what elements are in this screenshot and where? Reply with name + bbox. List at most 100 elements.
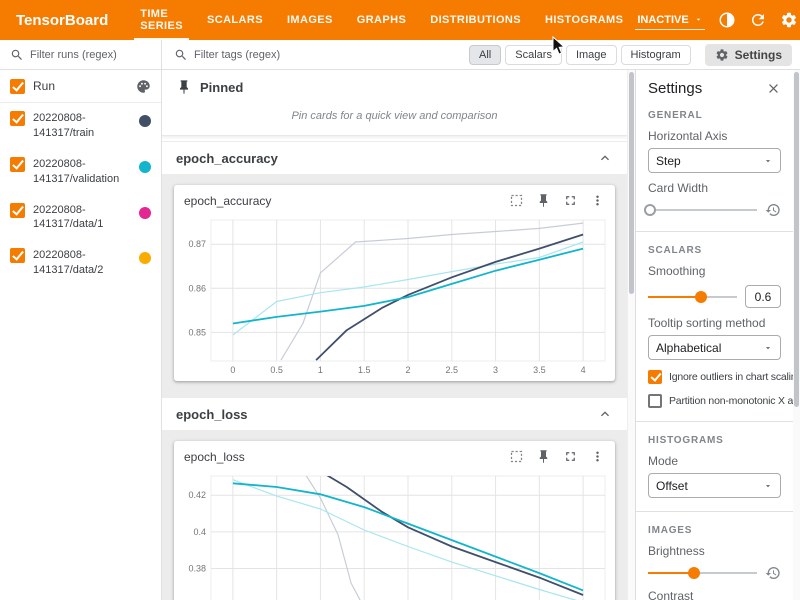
svg-text:2: 2 [405,365,410,375]
horizontal-axis-label: Horizontal Axis [648,129,781,143]
run-name: 20220808-141317/data/1 [33,203,131,233]
chevron-up-icon[interactable] [597,406,613,422]
chip-all[interactable]: All [469,45,501,65]
chevron-down-icon [694,15,703,24]
settings-panel-title: Settings [648,80,702,97]
settings-button[interactable]: Settings [705,44,792,66]
general-section-heading: GENERAL [648,110,781,121]
histogram-mode-select[interactable]: Offset [648,473,781,498]
filter-tags-input[interactable] [194,49,463,61]
search-icon [10,48,24,62]
ignore-outliers-checkbox[interactable]: Ignore outliers in chart scaling [648,370,781,384]
smoothing-label: Smoothing [648,264,781,278]
run-name: 20220808-141317/data/2 [33,248,131,278]
run-row-data-2[interactable]: 20220808-141317/data/2 [0,240,161,286]
section-header-epoch-loss[interactable]: epoch_loss [162,397,627,431]
tab-scalars[interactable]: SCALARS [195,0,275,40]
slider-knob[interactable] [644,204,656,216]
run-color-dot[interactable] [139,161,151,173]
pin-icon[interactable] [536,193,551,208]
restore-icon [765,565,781,581]
fullscreen-icon[interactable] [563,449,578,464]
tab-histograms[interactable]: HISTOGRAMS [533,0,635,40]
epoch-accuracy-chart[interactable]: 00.511.522.533.540.850.860.87 [175,212,615,377]
tab-images[interactable]: IMAGES [275,0,345,40]
pin-icon [176,79,192,95]
run-select-all-checkbox[interactable] [10,79,25,94]
brightness-label: Brightness [648,544,781,558]
pin-icon[interactable] [536,449,551,464]
smoothing-input[interactable]: 0.6 [745,285,781,308]
chevron-down-icon [763,343,773,353]
epoch-loss-chart[interactable]: 00.511.522.533.540.360.380.40.42 [175,468,615,600]
data-status-select[interactable]: INACTIVE [635,11,704,30]
cards-area: Pinned Pin cards for a quick view and co… [162,70,627,600]
card-width-slider[interactable] [648,203,757,217]
run-checkbox[interactable] [10,203,25,218]
run-row-validation[interactable]: 20220808-141317/validation [0,149,161,195]
pinned-empty-note: Pin cards for a quick view and compariso… [162,104,627,136]
gear-icon[interactable] [780,11,798,29]
fullscreen-icon[interactable] [563,193,578,208]
tag-filter-chips: All Scalars Image Histogram [469,45,691,65]
slider-knob[interactable] [695,291,707,303]
chip-image[interactable]: Image [566,45,617,65]
more-options-icon[interactable] [590,449,605,464]
fit-domain-icon[interactable] [509,449,524,464]
smoothing-slider[interactable] [648,290,737,304]
filter-runs-bar [0,40,161,70]
cards-scrollbar[interactable] [627,70,635,600]
tab-distributions[interactable]: DISTRIBUTIONS [418,0,533,40]
restore-icon [765,202,781,218]
run-color-dot[interactable] [139,207,151,219]
run-checkbox[interactable] [10,157,25,172]
images-section-heading: IMAGES [648,525,781,536]
run-row-data-1[interactable]: 20220808-141317/data/1 [0,195,161,241]
scrollbar-thumb[interactable] [794,72,799,407]
content-region: All Scalars Image Histogram Settings [162,40,800,600]
slider-knob[interactable] [688,567,700,579]
section-title: epoch_loss [176,407,248,422]
palette-icon[interactable] [136,79,151,94]
close-settings-button[interactable] [766,81,781,96]
run-row-train[interactable]: 20220808-141317/train [0,103,161,149]
run-color-dot[interactable] [139,252,151,264]
chevron-up-icon[interactable] [597,150,613,166]
tab-time-series[interactable]: TIME SERIES [128,0,195,40]
epoch-loss-card-area: epoch_loss [162,431,627,600]
runs-sidebar: Run 20220808-141317/train 20220808-14131… [0,40,162,600]
tooltip-sorting-value: Alphabetical [656,341,721,355]
chip-histogram[interactable]: Histogram [621,45,691,65]
checkbox[interactable] [648,370,662,384]
contrast-icon[interactable] [718,11,736,29]
card-title: epoch_accuracy [184,194,509,208]
filter-runs-input[interactable] [30,49,142,61]
gear-icon [715,48,729,62]
brightness-slider[interactable] [648,566,757,580]
settings-scrollbar[interactable] [793,70,800,600]
card-width-reset-button[interactable] [765,202,781,218]
tab-graphs[interactable]: GRAPHS [345,0,418,40]
run-checkbox[interactable] [10,248,25,263]
app-logo[interactable]: TensorBoard [0,0,128,40]
run-checkbox[interactable] [10,111,25,126]
run-header-row: Run [0,70,161,103]
fit-domain-icon[interactable] [509,193,524,208]
run-color-dot[interactable] [139,115,151,127]
divider [636,511,793,512]
chevron-down-icon [763,156,773,166]
chip-scalars[interactable]: Scalars [505,45,562,65]
tooltip-sorting-select[interactable]: Alphabetical [648,335,781,360]
search-icon [174,48,188,62]
svg-text:0.4: 0.4 [193,527,206,537]
divider [636,421,793,422]
partition-x-axis-checkbox[interactable]: Partition non-monotonic X axis ? [648,394,781,408]
svg-text:1.5: 1.5 [357,365,370,375]
brightness-reset-button[interactable] [765,565,781,581]
scrollbar-thumb[interactable] [629,72,634,294]
refresh-icon[interactable] [749,11,767,29]
checkbox[interactable] [648,394,662,408]
more-options-icon[interactable] [590,193,605,208]
horizontal-axis-select[interactable]: Step [648,148,781,173]
section-header-epoch-accuracy[interactable]: epoch_accuracy [162,141,627,175]
